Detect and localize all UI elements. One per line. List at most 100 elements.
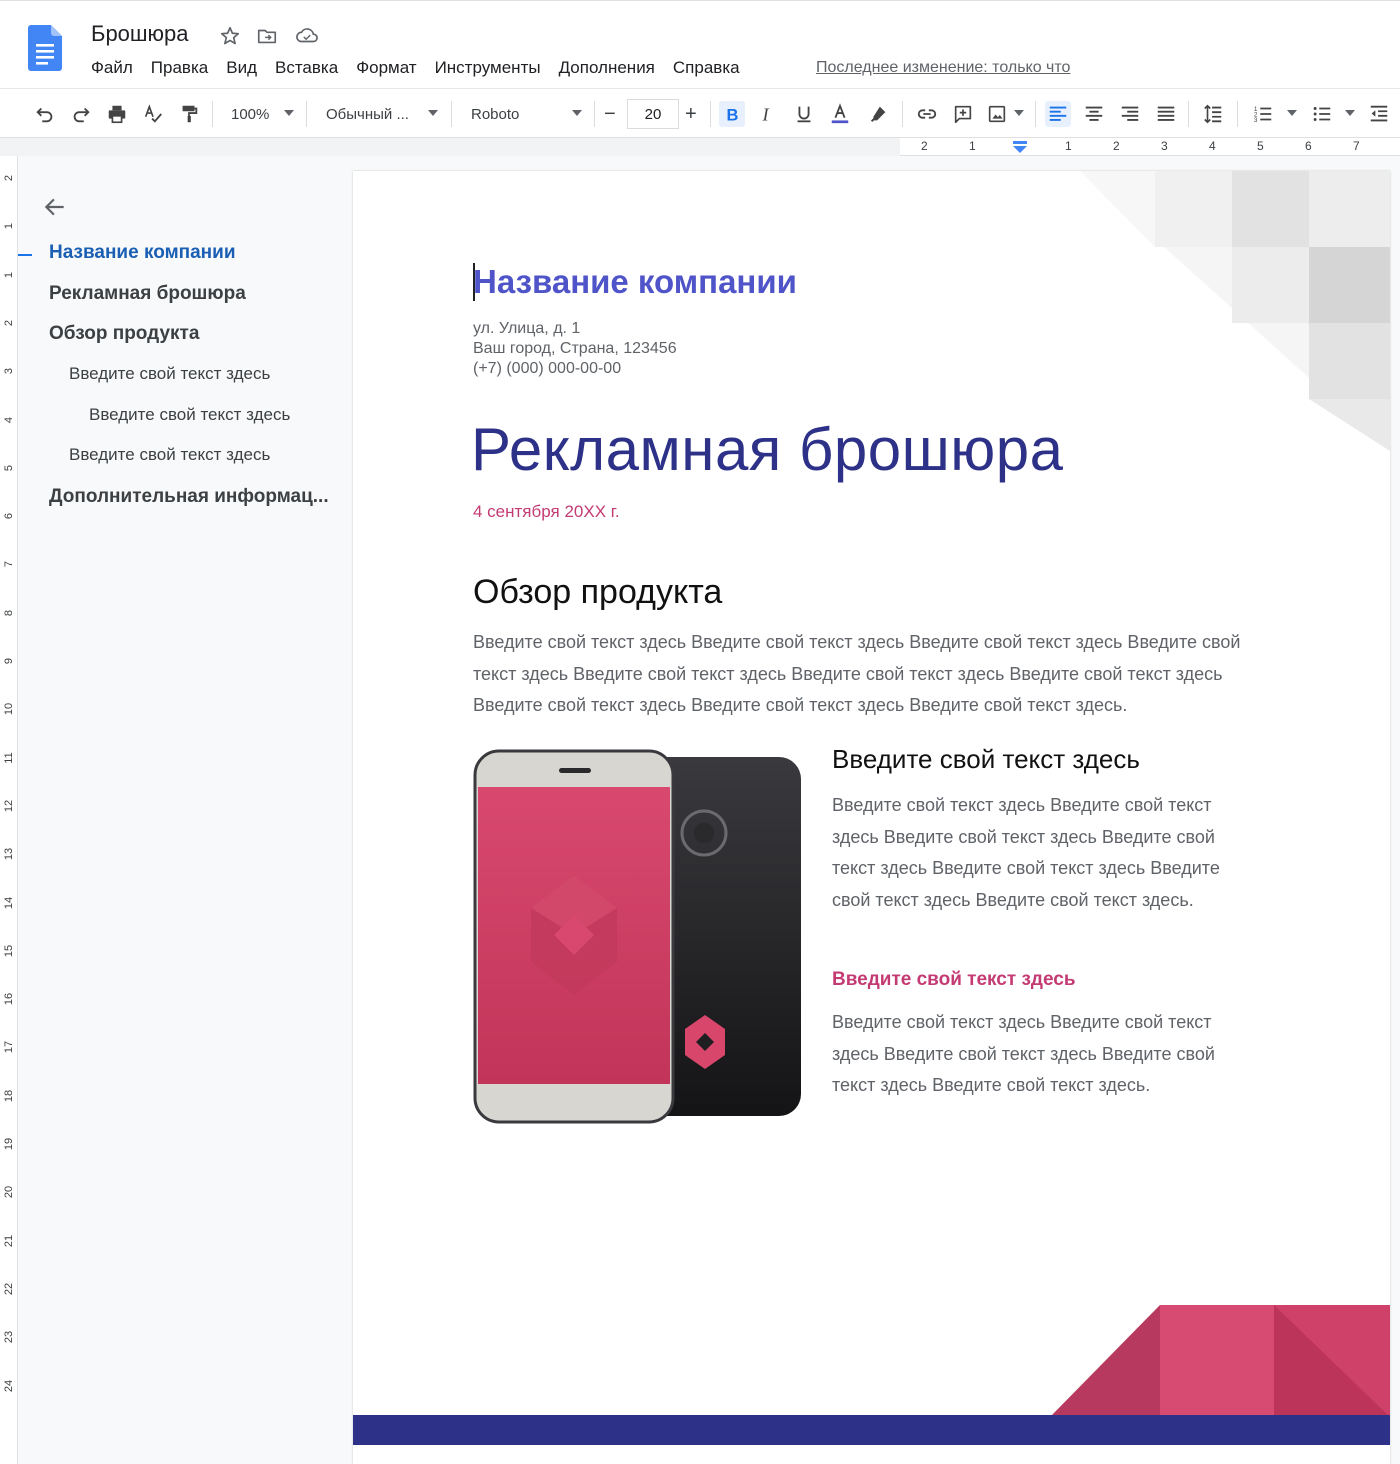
star-icon[interactable] xyxy=(219,25,241,47)
font-chevron-down-icon[interactable] xyxy=(572,110,582,116)
ruler-tick: 1 xyxy=(969,139,976,153)
toolbar-divider xyxy=(212,101,213,127)
menu-help[interactable]: Справка xyxy=(673,58,740,78)
toolbar-divider xyxy=(1188,101,1189,127)
phone-line[interactable]: (+7) (000) 000-00-00 xyxy=(473,360,621,378)
ruler-tick: 18 xyxy=(3,1089,15,1102)
overview-heading[interactable]: Обзор продукта xyxy=(473,573,722,612)
print-icon[interactable] xyxy=(104,101,130,127)
company-name-heading[interactable]: Название компании xyxy=(473,263,797,301)
highlight-color-icon[interactable] xyxy=(865,101,891,127)
doc-title[interactable]: Брошюра xyxy=(91,21,189,47)
docs-header: Брошюра Файл Правка Вид Вставка Формат И… xyxy=(0,0,1400,88)
outline-item[interactable]: Введите свой текст здесь xyxy=(69,364,270,384)
vertical-ruler[interactable]: 2 1 1 2 3 4 5 6 7 8 9 10 11 12 13 14 15 16 17 18 19 20 21 22 23 2… xyxy=(0,156,18,1464)
ruler-tick: 1 xyxy=(3,223,15,230)
ruler-tick: 21 xyxy=(3,1234,15,1247)
ruler-tick: 5 xyxy=(1257,139,1264,153)
docs-logo-icon[interactable] xyxy=(28,25,62,71)
outline-item[interactable]: Введите свой текст здесь xyxy=(69,445,270,465)
insert-image-icon[interactable] xyxy=(984,101,1010,127)
line-spacing-icon[interactable] xyxy=(1200,101,1226,127)
overview-paragraph[interactable]: Введите свой текст здесь Введите свой те… xyxy=(473,627,1273,722)
add-comment-icon[interactable] xyxy=(950,101,976,127)
outline-item[interactable]: Рекламная брошюра xyxy=(49,283,246,305)
date-text[interactable]: 4 сентября 20XX г. xyxy=(473,502,620,522)
paragraph-style-select[interactable]: Обычный ... xyxy=(326,101,409,127)
address-line[interactable]: Ваш город, Страна, 123456 xyxy=(473,340,677,358)
increase-font-size-button[interactable]: + xyxy=(685,101,697,127)
document-page[interactable]: Название компании ул. Улица, д. 1 Ваш го… xyxy=(353,171,1390,1464)
ruler-tick: 3 xyxy=(3,368,15,375)
menu-addons[interactable]: Дополнения xyxy=(559,58,655,78)
ruler-tick: 6 xyxy=(1305,139,1312,153)
outline-item[interactable]: Обзор продукта xyxy=(49,323,199,345)
ruler-tick: 2 xyxy=(3,319,15,326)
align-left-icon[interactable] xyxy=(1045,101,1071,127)
ruler-tick: 14 xyxy=(3,896,15,909)
justify-icon[interactable] xyxy=(1153,101,1179,127)
font-select[interactable]: Roboto xyxy=(471,101,519,127)
spellcheck-icon[interactable] xyxy=(140,101,166,127)
ruler-tick: 22 xyxy=(3,1282,15,1296)
numbered-list-chevron-down-icon[interactable] xyxy=(1287,110,1297,116)
svg-text:B: B xyxy=(727,106,739,124)
move-folder-icon[interactable] xyxy=(256,25,278,47)
close-outline-arrow-left-icon[interactable] xyxy=(42,194,68,220)
paint-format-icon[interactable] xyxy=(176,101,202,127)
toolbar-divider xyxy=(1237,101,1238,127)
decrease-font-size-button[interactable]: − xyxy=(604,101,616,127)
align-right-icon[interactable] xyxy=(1117,101,1143,127)
menu-file[interactable]: Файл xyxy=(91,58,133,78)
footer-color-bar xyxy=(353,1415,1390,1445)
bulleted-list-chevron-down-icon[interactable] xyxy=(1345,110,1355,116)
ruler-tick: 20 xyxy=(3,1186,15,1199)
menu-view[interactable]: Вид xyxy=(226,58,257,78)
ruler-tick: 11 xyxy=(3,751,15,764)
subheading-2-paragraph[interactable]: Введите свой текст здесь Введите свой те… xyxy=(832,1007,1262,1102)
text-color-icon[interactable] xyxy=(827,101,853,127)
svg-text:I: I xyxy=(762,104,770,124)
cloud-saved-icon[interactable] xyxy=(295,25,318,47)
address-line[interactable]: ул. Улица, д. 1 xyxy=(473,320,580,338)
insert-link-icon[interactable] xyxy=(914,101,940,127)
horizontal-ruler[interactable]: 2 1 1 2 3 4 5 6 7 xyxy=(0,138,1400,156)
font-size-input[interactable]: 20 xyxy=(627,99,679,129)
ruler-tick: 1 xyxy=(1065,139,1072,153)
menu-format[interactable]: Формат xyxy=(356,58,416,78)
ruler-tick: 10 xyxy=(3,703,15,716)
style-chevron-down-icon[interactable] xyxy=(428,110,438,116)
brochure-title[interactable]: Рекламная брошюра xyxy=(471,415,1063,484)
italic-button[interactable]: I xyxy=(755,101,781,127)
decorative-footer-shape xyxy=(1050,1305,1390,1417)
toolbar-divider xyxy=(306,101,307,127)
menu-edit[interactable]: Правка xyxy=(151,58,208,78)
undo-icon[interactable] xyxy=(32,101,58,127)
subheading-2[interactable]: Введите свой текст здесь xyxy=(832,969,1076,991)
ruler-tick: 4 xyxy=(3,416,15,423)
menu-insert[interactable]: Вставка xyxy=(275,58,338,78)
ruler-tick: 2 xyxy=(921,139,928,153)
indent-marker-icon[interactable] xyxy=(1012,140,1028,153)
bold-button[interactable]: B xyxy=(719,101,745,127)
underline-button[interactable] xyxy=(791,101,817,127)
ruler-tick: 19 xyxy=(3,1137,15,1151)
smartphone-image[interactable] xyxy=(473,749,803,1124)
ruler-tick: 9 xyxy=(3,657,15,665)
image-chevron-down-icon[interactable] xyxy=(1014,110,1024,116)
zoom-select[interactable]: 100% xyxy=(231,101,269,127)
zoom-chevron-down-icon[interactable] xyxy=(284,110,294,116)
subheading-1-paragraph[interactable]: Введите свой текст здесь Введите свой те… xyxy=(832,790,1262,916)
ruler-tick: 6 xyxy=(3,513,15,520)
outline-item[interactable]: Название компании xyxy=(49,242,236,264)
menu-tools[interactable]: Инструменты xyxy=(435,58,541,78)
subheading-1[interactable]: Введите свой текст здесь xyxy=(832,744,1140,775)
numbered-list-icon[interactable]: 123 xyxy=(1250,101,1276,127)
last-edit-link[interactable]: Последнее изменение: только что xyxy=(816,59,1070,77)
outline-item[interactable]: Введите свой текст здесь xyxy=(89,405,290,425)
redo-icon[interactable] xyxy=(68,101,94,127)
outline-item[interactable]: Дополнительная информац... xyxy=(49,486,329,508)
bulleted-list-icon[interactable] xyxy=(1309,101,1335,127)
align-center-icon[interactable] xyxy=(1081,101,1107,127)
decrease-indent-icon[interactable] xyxy=(1366,101,1392,127)
